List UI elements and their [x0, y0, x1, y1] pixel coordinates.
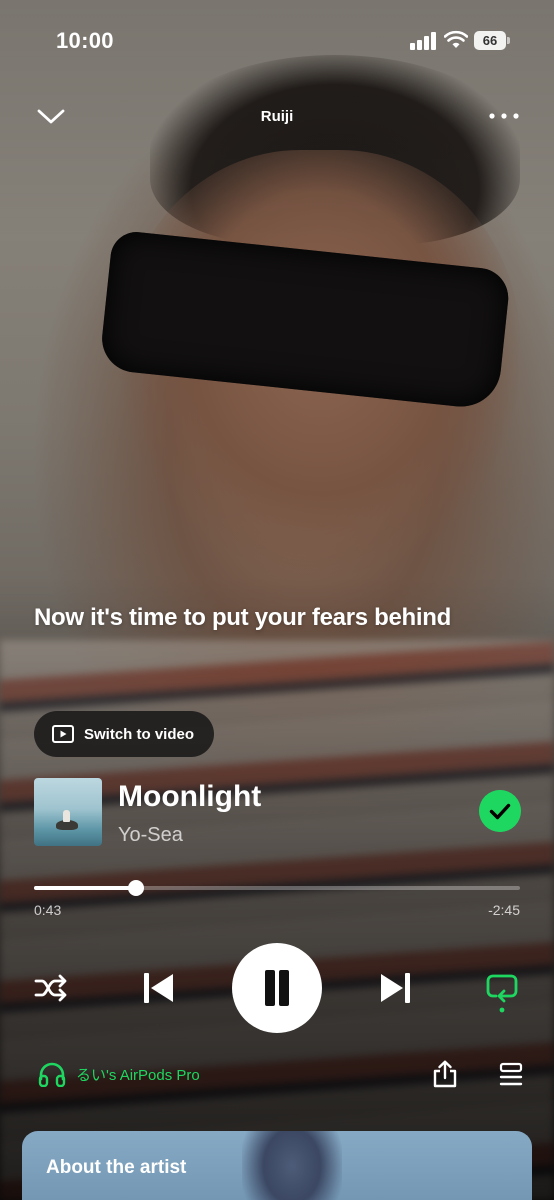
cellular-signal-icon [410, 32, 438, 50]
pause-icon [265, 970, 275, 1006]
battery-icon: 66 [474, 31, 510, 50]
connected-device[interactable]: るい's AirPods Pro [38, 1061, 200, 1087]
switch-to-video-button[interactable]: Switch to video [34, 711, 215, 757]
track-title[interactable]: Moonlight [118, 780, 261, 814]
skip-next-icon[interactable] [378, 970, 414, 1006]
progress-handle[interactable] [128, 880, 145, 896]
status-bar: 10:00 66 [0, 0, 554, 80]
headphones-icon [38, 1062, 66, 1087]
switch-to-video-label: Switch to video [84, 725, 195, 743]
device-name: るい's AirPods Pro [76, 1066, 200, 1084]
battery-level: 66 [474, 31, 506, 50]
progress-fill [34, 886, 137, 890]
shuffle-icon[interactable] [34, 972, 68, 1004]
saved-check-icon[interactable] [479, 790, 521, 832]
progress-bar[interactable] [34, 880, 520, 896]
skip-previous-icon[interactable] [140, 970, 176, 1006]
about-the-artist-label: About the artist [46, 1157, 187, 1178]
current-lyric[interactable]: Now it's time to put your fears behind [34, 604, 524, 632]
status-time: 10:00 [56, 28, 114, 53]
remaining-time: -2:45 [488, 902, 520, 918]
share-icon[interactable] [432, 1060, 458, 1088]
repeat-icon[interactable] [484, 970, 520, 1014]
about-the-artist-card[interactable]: About the artist [22, 1131, 532, 1200]
wifi-icon [444, 30, 468, 48]
elapsed-time: 0:43 [34, 902, 62, 918]
video-play-icon [52, 725, 74, 743]
artist-photo [242, 1131, 342, 1200]
track-artist[interactable]: Yo-Sea [118, 824, 183, 847]
pause-button[interactable] [232, 943, 322, 1033]
album-cover[interactable] [34, 778, 102, 846]
more-options-icon[interactable] [486, 106, 522, 126]
playing-from-title[interactable]: Ruiji [0, 108, 554, 125]
queue-icon[interactable] [498, 1062, 524, 1088]
